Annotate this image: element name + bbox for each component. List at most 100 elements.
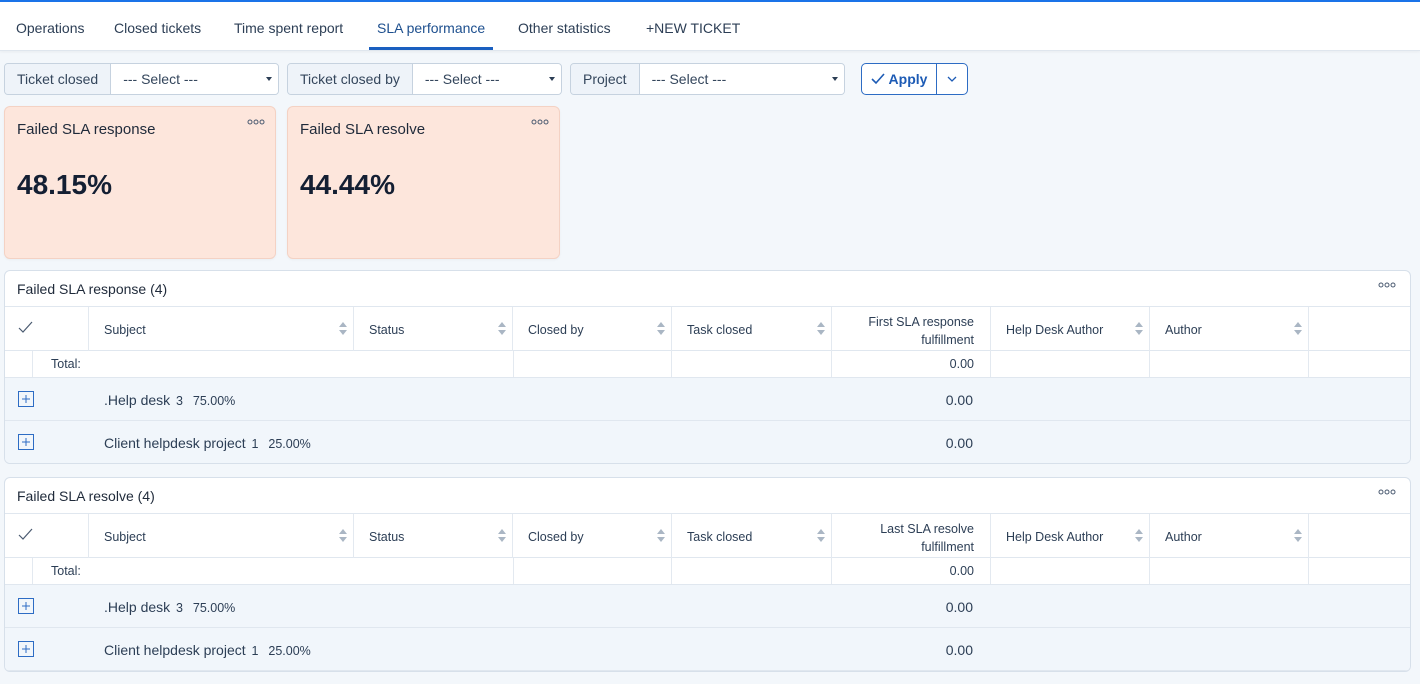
ticket-closed-select[interactable]: --- Select --- — [111, 64, 278, 94]
sort-icon[interactable] — [498, 322, 506, 336]
filter-label: Project — [571, 64, 640, 94]
column-label: Last SLA resolve fulfillment — [880, 522, 974, 554]
column-label: Subject — [104, 323, 146, 337]
column-label: Status — [369, 530, 405, 544]
total-row: Total: 0.00 — [5, 351, 1410, 378]
sort-icon[interactable] — [817, 529, 825, 543]
tab-time-spent-report[interactable]: Time spent report — [226, 2, 351, 50]
sort-icon[interactable] — [339, 322, 347, 336]
group-row[interactable]: .Help desk 3 75.00% 0.00 — [5, 378, 1410, 421]
card-value: 44.44% — [300, 169, 395, 200]
failed-sla-response-panel: Failed SLA response (4) Subject Status C… — [4, 270, 1411, 464]
sort-icon[interactable] — [1135, 322, 1143, 336]
column-header-task-closed[interactable]: Task closed — [672, 307, 832, 351]
caret-down-icon — [549, 77, 555, 81]
select-value: --- Select --- — [424, 71, 500, 87]
sort-icon[interactable] — [817, 322, 825, 336]
apply-button[interactable]: Apply — [862, 64, 937, 94]
total-cell — [672, 558, 832, 584]
column-label: Task closed — [687, 323, 753, 337]
card-value: 48.15% — [17, 169, 112, 200]
select-value: --- Select --- — [123, 71, 198, 87]
column-header-closed-by[interactable]: Closed by — [513, 307, 672, 351]
group-name: Client helpdesk project 1 25.00% — [104, 435, 311, 451]
group-count: 1 — [251, 437, 259, 451]
table-header: Subject Status Closed by Task closed Las… — [5, 513, 1410, 558]
group-name: .Help desk 3 75.00% — [104, 392, 236, 408]
sort-icon[interactable] — [1294, 529, 1302, 543]
select-all-column[interactable] — [5, 514, 89, 558]
column-header-last-sla-resolve-fulfillment[interactable]: Last SLA resolve fulfillment — [832, 514, 991, 558]
column-label: First SLA response fulfillment — [868, 315, 974, 347]
column-header-subject[interactable]: Subject — [89, 514, 354, 558]
tab-other-statistics[interactable]: Other statistics — [510, 2, 619, 50]
filter-ticket-closed-by: Ticket closed by --- Select --- — [287, 63, 562, 95]
tab-sla-performance[interactable]: SLA performance — [369, 2, 494, 50]
plus-square-icon[interactable] — [18, 434, 34, 450]
column-header-help-desk-author[interactable]: Help Desk Author — [991, 514, 1150, 558]
sort-icon[interactable] — [657, 529, 665, 543]
table-header: Subject Status Closed by Task closed Fir… — [5, 306, 1410, 351]
total-value: 0.00 — [949, 357, 974, 371]
total-label: Total: — [51, 564, 81, 578]
sort-icon[interactable] — [1135, 529, 1143, 543]
group-percent: 25.00% — [268, 437, 311, 451]
column-header-author[interactable]: Author — [1150, 307, 1309, 351]
sort-icon[interactable] — [1294, 322, 1302, 336]
column-label: Author — [1165, 323, 1202, 337]
check-icon — [18, 321, 33, 333]
more-options-icon[interactable] — [531, 119, 549, 125]
total-cell-fulfillment: 0.00 — [832, 558, 991, 584]
kpi-card-failed-sla-resolve: Failed SLA resolve 44.44% — [287, 106, 560, 259]
project-select[interactable]: --- Select --- — [639, 64, 844, 94]
plus-square-icon[interactable] — [18, 598, 34, 614]
group-count: 3 — [176, 601, 183, 615]
group-percent: 25.00% — [268, 644, 311, 658]
column-label: Subject — [104, 530, 146, 544]
column-label: Closed by — [528, 530, 584, 544]
sort-icon[interactable] — [498, 529, 506, 543]
column-header-subject[interactable]: Subject — [89, 307, 354, 351]
column-header-author[interactable]: Author — [1150, 514, 1309, 558]
group-row[interactable]: Client helpdesk project 1 25.00% 0.00 — [5, 421, 1410, 463]
group-name: Client helpdesk project 1 25.00% — [104, 642, 311, 658]
column-header-status[interactable]: Status — [354, 307, 513, 351]
tab-closed-tickets[interactable]: Closed tickets — [106, 2, 209, 50]
column-label: Status — [369, 323, 405, 337]
sort-icon[interactable] — [657, 322, 665, 336]
group-row[interactable]: .Help desk 3 75.00% 0.00 — [5, 585, 1410, 628]
filter-ticket-closed: Ticket closed --- Select --- — [4, 63, 279, 95]
more-options-icon[interactable] — [1378, 282, 1396, 288]
apply-button-group: Apply — [861, 63, 968, 95]
total-cell — [991, 558, 1150, 584]
column-header-first-sla-response-fulfillment[interactable]: First SLA response fulfillment — [832, 307, 991, 351]
group-row[interactable]: Client helpdesk project 1 25.00% 0.00 — [5, 628, 1410, 671]
total-cell — [5, 558, 33, 584]
group-value: 0.00 — [945, 599, 973, 615]
panel-title: Failed SLA resolve (4) — [17, 488, 155, 504]
plus-square-icon[interactable] — [18, 641, 34, 657]
filter-project: Project --- Select --- — [570, 63, 845, 95]
column-header-closed-by[interactable]: Closed by — [513, 514, 672, 558]
top-navigation: Operations Closed tickets Time spent rep… — [0, 0, 1420, 51]
column-header-status[interactable]: Status — [354, 514, 513, 558]
total-cell-fulfillment: 0.00 — [832, 351, 991, 377]
apply-label: Apply — [888, 71, 928, 87]
total-cell — [513, 558, 672, 584]
select-all-column[interactable] — [5, 307, 89, 351]
tab-operations[interactable]: Operations — [8, 2, 92, 50]
ticket-closed-by-select[interactable]: --- Select --- — [412, 64, 561, 94]
panel-title: Failed SLA response (4) — [17, 281, 168, 297]
column-header-task-closed[interactable]: Task closed — [672, 514, 832, 558]
caret-down-icon — [266, 77, 272, 81]
sort-icon[interactable] — [339, 529, 347, 543]
failed-sla-resolve-panel: Failed SLA resolve (4) Subject Status Cl… — [4, 477, 1411, 672]
column-header-help-desk-author[interactable]: Help Desk Author — [991, 307, 1150, 351]
more-options-icon[interactable] — [247, 119, 265, 125]
apply-dropdown-button[interactable] — [937, 64, 967, 94]
new-ticket-button[interactable]: +NEW TICKET — [638, 2, 748, 50]
total-cell — [1150, 351, 1309, 377]
plus-square-icon[interactable] — [18, 391, 34, 407]
more-options-icon[interactable] — [1378, 489, 1396, 495]
group-value: 0.00 — [945, 642, 973, 658]
